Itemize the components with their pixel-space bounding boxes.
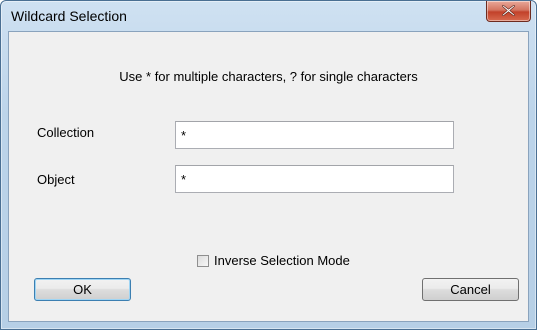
- instruction-text: Use * for multiple characters, ? for sin…: [119, 69, 418, 84]
- object-label: Object: [37, 172, 75, 187]
- window-title: Wildcard Selection: [11, 8, 127, 24]
- ok-button[interactable]: OK: [34, 278, 131, 301]
- title-bar[interactable]: Wildcard Selection: [1, 1, 536, 31]
- close-icon: [502, 5, 515, 16]
- dialog-window: Wildcard Selection Use * for multiple ch…: [0, 0, 537, 330]
- dialog-body: Use * for multiple characters, ? for sin…: [8, 31, 529, 322]
- collection-label: Collection: [37, 125, 95, 140]
- inverse-selection-label: Inverse Selection Mode: [214, 253, 350, 268]
- object-input[interactable]: [175, 165, 454, 193]
- checkbox-box[interactable]: [197, 254, 209, 267]
- close-button[interactable]: [486, 1, 531, 22]
- collection-input[interactable]: [175, 121, 454, 149]
- cancel-button[interactable]: Cancel: [422, 278, 519, 301]
- inverse-selection-checkbox[interactable]: Inverse Selection Mode: [197, 253, 350, 268]
